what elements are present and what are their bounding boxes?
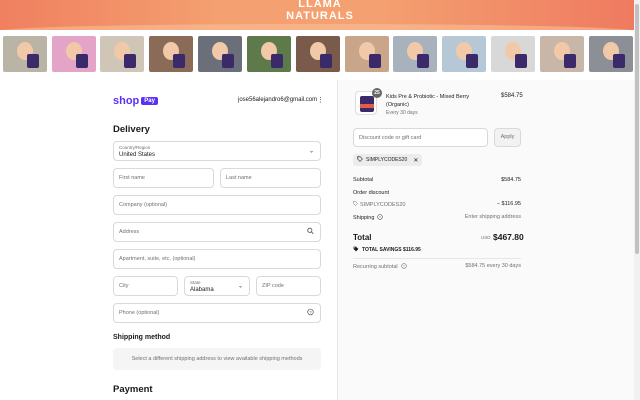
- currency-code: USD: [481, 235, 491, 240]
- state-label: State: [190, 280, 201, 285]
- product-price: $584.75: [501, 93, 523, 99]
- ugc-photo-thumbnail[interactable]: [100, 36, 144, 72]
- product-frequency: Every 30 days: [386, 110, 418, 116]
- svg-text:?: ?: [379, 216, 381, 220]
- last-name-field[interactable]: Last name: [220, 168, 321, 188]
- discount-detail-row: SIMPLYCODES20 − $116.95: [353, 201, 521, 208]
- scrollbar-thumb[interactable]: [635, 4, 639, 254]
- state-select[interactable]: State Alabama ⌄: [184, 276, 250, 296]
- tag-icon: [353, 246, 359, 254]
- ugc-photo-thumbnail[interactable]: [198, 36, 242, 72]
- country-value: United States: [119, 152, 156, 158]
- country-select[interactable]: Country/Region United States ⌄: [113, 141, 321, 161]
- svg-text:?: ?: [403, 265, 405, 269]
- account-menu-icon[interactable]: ⋮: [317, 96, 324, 104]
- company-field[interactable]: Company (optional): [113, 195, 321, 215]
- delivery-heading: Delivery: [113, 124, 150, 135]
- subtotal-row: Subtotal $584.75: [353, 177, 521, 183]
- ugc-photo-thumbnail[interactable]: [442, 36, 486, 72]
- product-jar: [76, 54, 88, 68]
- product-jar: [320, 54, 332, 68]
- shipping-method-heading: Shipping method: [113, 334, 171, 341]
- brand-banner: LLAMA NATURALS: [0, 0, 634, 30]
- svg-text:?: ?: [309, 310, 312, 315]
- shop-pay-button[interactable]: shop Pay: [113, 95, 158, 107]
- ugc-photo-thumbnail[interactable]: [247, 36, 291, 72]
- discount-value: − $116.95: [496, 201, 521, 207]
- state-value: Alabama: [190, 287, 214, 293]
- recurring-row: Recurring subtotal ? $584.75 every 30 da…: [353, 263, 521, 271]
- ugc-photo-thumbnail[interactable]: [296, 36, 340, 72]
- product-jar: [173, 54, 185, 68]
- city-field[interactable]: City: [113, 276, 178, 296]
- zip-field[interactable]: ZIP code: [256, 276, 321, 296]
- shipping-row: Shipping ? Enter shipping address: [353, 214, 521, 222]
- banner-wave: [0, 24, 634, 30]
- discount-code-input[interactable]: Discount code or gift card: [353, 128, 488, 147]
- help-icon[interactable]: ?: [400, 263, 407, 271]
- product-jar: [271, 54, 283, 68]
- ugc-photo-thumbnail[interactable]: [540, 36, 584, 72]
- apartment-field[interactable]: Apartment, suite, etc. (optional): [113, 249, 321, 269]
- product-jar: [27, 54, 39, 68]
- product-jar: [564, 54, 576, 68]
- ugc-photo-thumbnail[interactable]: [149, 36, 193, 72]
- product-name: Kids Pre & Probiotic - Mixed Berry (Orga…: [386, 94, 470, 108]
- product-jar: [613, 54, 625, 68]
- chevron-down-icon: ⌄: [308, 148, 314, 155]
- order-discount-row: Order discount: [353, 190, 390, 196]
- tag-icon: [357, 156, 363, 164]
- ugc-photo-thumbnail[interactable]: [3, 36, 47, 72]
- photo-strip: [0, 36, 634, 73]
- applied-code-tag: SIMPLYCODES20 ✕: [353, 154, 423, 166]
- first-name-field[interactable]: First name: [113, 168, 214, 188]
- product-jar: [222, 54, 234, 68]
- ugc-photo-thumbnail[interactable]: [491, 36, 535, 72]
- product-jar: [124, 54, 136, 68]
- ugc-photo-thumbnail[interactable]: [52, 36, 96, 72]
- help-icon[interactable]: ?: [377, 214, 384, 222]
- payment-heading: Payment: [113, 384, 153, 395]
- summary-divider: [353, 258, 521, 259]
- brand-logo[interactable]: LLAMA NATURALS: [280, 0, 360, 22]
- phone-field[interactable]: Phone (optional) ?: [113, 303, 321, 323]
- tag-icon: [353, 201, 358, 208]
- quantity-badge: 25: [372, 88, 382, 98]
- ugc-photo-thumbnail[interactable]: [393, 36, 437, 72]
- ugc-photo-thumbnail[interactable]: [345, 36, 389, 72]
- shipping-method-notice: Select a different shipping address to v…: [113, 348, 321, 370]
- country-label: Country/Region: [119, 145, 151, 150]
- account-email: jose56alejandro6@gmail.com: [238, 97, 318, 103]
- product-jar: [515, 54, 527, 68]
- remove-code-icon[interactable]: ✕: [413, 157, 418, 164]
- search-icon: [307, 227, 314, 237]
- pay-badge: Pay: [141, 97, 158, 105]
- help-icon[interactable]: ?: [307, 308, 314, 318]
- ugc-photo-thumbnail[interactable]: [589, 36, 633, 72]
- applied-code-text: SIMPLYCODES20: [366, 157, 408, 163]
- apply-button[interactable]: Apply: [494, 128, 521, 147]
- product-jar: [417, 54, 429, 68]
- page-scrollbar[interactable]: [634, 0, 640, 400]
- shop-logo: shop: [113, 95, 140, 107]
- total-value: $467.80: [493, 232, 524, 242]
- total-label: Total: [353, 233, 372, 242]
- total-savings: TOTAL SAVINGS $116.95: [353, 246, 421, 254]
- product-jar: [466, 54, 478, 68]
- address-field[interactable]: Address: [113, 222, 321, 242]
- chevron-down-icon: ⌄: [237, 283, 243, 290]
- product-jar: [369, 54, 381, 68]
